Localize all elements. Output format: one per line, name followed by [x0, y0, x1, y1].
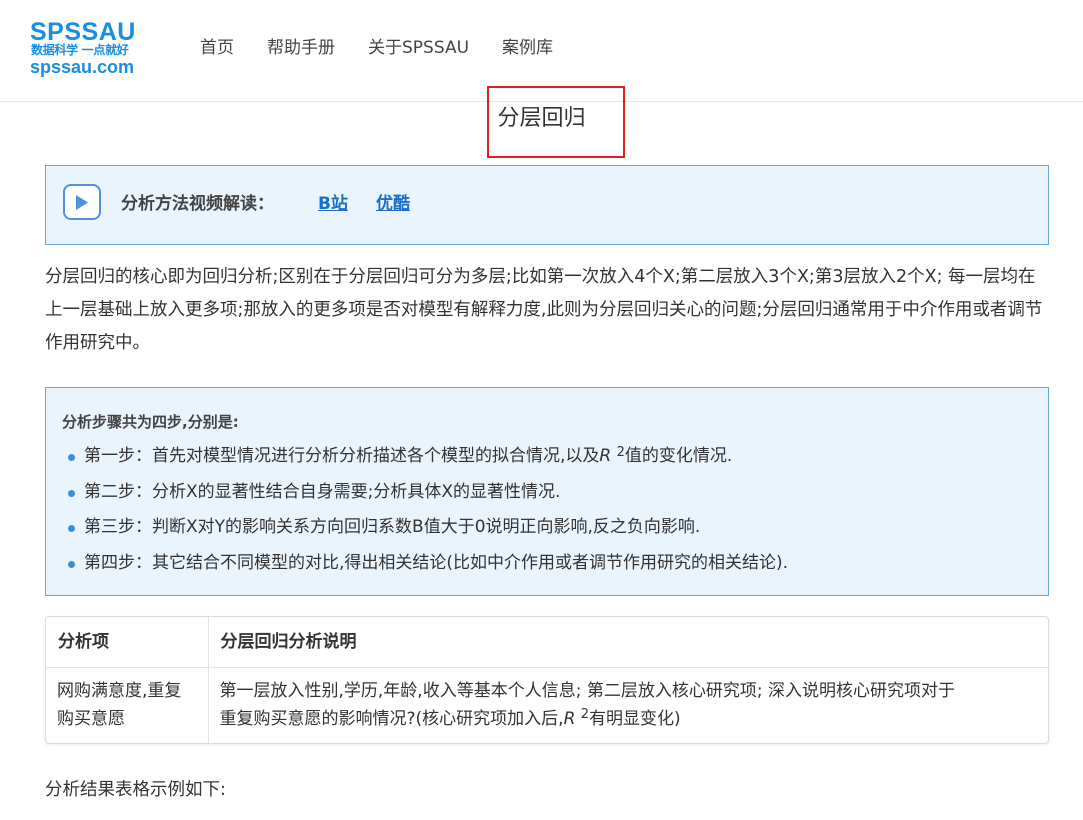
table-row: 网购满意度,重复 购买意愿 第一层放入性别,学历,年龄,收入等基本个人信息; 第… [46, 667, 1048, 743]
bullet-icon [68, 560, 75, 568]
column-header-item: 分析项 [46, 617, 209, 668]
step-item-1: 第一步：首先对模型情况进行分析分析描述各个模型的拟合情况,以及R 2值的变化情况… [64, 439, 788, 475]
logo-wordmark: SPSSAU [30, 18, 136, 46]
steps-heading: 分析步骤共为四步,分别是: [62, 413, 239, 431]
step-item-4: 第四步：其它结合不同模型的对比,得出相关结论(比如中介作用或者调节作用研究的相关… [64, 546, 788, 582]
nav-item-home[interactable]: 首页 [200, 36, 234, 60]
video-label: 分析方法视频解读： [121, 194, 274, 214]
main-nav: 首页 帮助手册 关于SPSSAU 案例库 [200, 36, 586, 60]
bullet-icon [68, 489, 75, 497]
bilibili-link[interactable]: B站 [318, 192, 348, 216]
page-title: 分层回归 [497, 106, 586, 131]
table-header-row: 分析项 分层回归分析说明 [46, 617, 1048, 668]
play-video-icon[interactable] [63, 184, 101, 220]
nav-item-about[interactable]: 关于SPSSAU [368, 36, 469, 60]
spssau-logo[interactable]: SPSSAU 数据科学 一点就好 spssau.com [30, 18, 146, 78]
nav-item-case-library[interactable]: 案例库 [502, 36, 553, 60]
results-example-text: 分析结果表格示例如下: [45, 780, 226, 800]
logo-url: spssau.com [30, 57, 135, 77]
column-header-description: 分层回归分析说明 [208, 617, 1048, 668]
bullet-icon [68, 525, 75, 532]
nav-item-help-manual[interactable]: 帮助手册 [267, 36, 335, 60]
analysis-table: 分析项 分层回归分析说明 网购满意度,重复 购买意愿 第一层放入性别,学历,年龄… [45, 616, 1049, 744]
logo-tagline: 数据科学 一点就好 [31, 43, 129, 57]
table-cell-description: 第一层放入性别,学历,年龄,收入等基本个人信息; 第二层放入核心研究项; 深入说… [219, 680, 955, 729]
step-item-3: 第三步：判断X对Y的影响关系方向回归系数B值大于0说明正向影响,反之负向影响. [64, 510, 788, 546]
analysis-steps-box: 分析步骤共为四步,分别是: 第一步：首先对模型情况进行分析分析描述各个模型的拟合… [45, 387, 1049, 596]
intro-paragraph: 分层回归的核心即为回归分析;区别在于分层回归可分为多层;比如第一次放入4个X;第… [45, 267, 1043, 353]
youku-link[interactable]: 优酷 [376, 192, 410, 216]
table-cell-item: 网购满意度,重复 购买意愿 [46, 667, 209, 743]
bullet-icon [68, 454, 75, 461]
steps-list: 第一步：首先对模型情况进行分析分析描述各个模型的拟合情况,以及R 2值的变化情况… [64, 439, 788, 581]
video-explanation-box: 分析方法视频解读： B站 优酷 [45, 165, 1049, 245]
step-item-2: 第二步：分析X的显著性结合自身需要;分析具体X的显著性情况. [64, 475, 788, 511]
